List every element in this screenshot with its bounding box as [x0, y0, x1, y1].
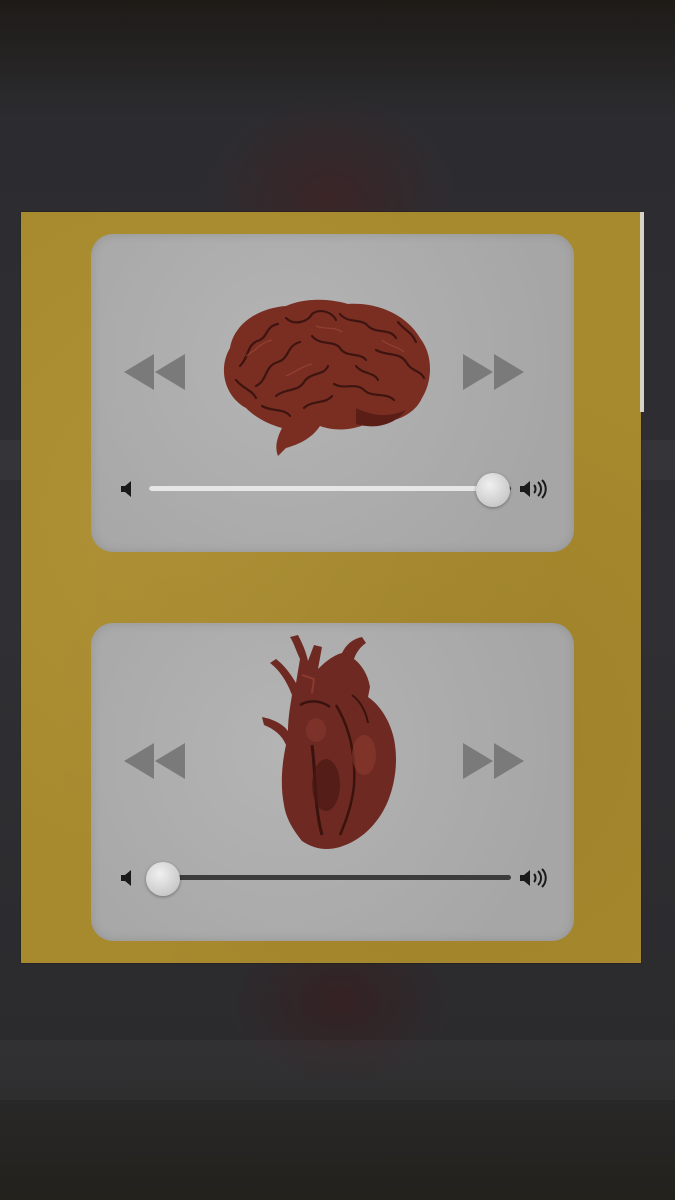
fast-forward-button[interactable]	[461, 352, 527, 392]
rewind-icon	[124, 354, 185, 390]
poster-edge	[640, 212, 644, 412]
volume-slider[interactable]	[146, 862, 511, 896]
volume-slider[interactable]	[149, 473, 511, 507]
volume-control	[119, 861, 554, 896]
heart-icon	[262, 635, 396, 849]
speaker-high-icon	[520, 479, 547, 499]
speaker-high-icon	[520, 868, 547, 888]
poster	[21, 212, 644, 963]
rewind-icon	[124, 743, 185, 779]
brain-player	[91, 234, 574, 552]
fast-forward-icon	[463, 743, 524, 779]
volume-slider-thumb[interactable]	[475, 473, 510, 507]
background-blur-strip	[0, 1040, 675, 1100]
fast-forward-button[interactable]	[461, 741, 527, 781]
heart-player	[91, 623, 574, 941]
volume-control	[119, 472, 554, 507]
fast-forward-icon	[463, 354, 524, 390]
brain-icon	[223, 299, 430, 456]
volume-slider-fill	[149, 486, 493, 491]
speaker-low-icon	[121, 481, 131, 497]
rewind-button[interactable]	[121, 741, 187, 781]
speaker-low-icon	[121, 870, 131, 886]
volume-slider-thumb[interactable]	[146, 862, 181, 896]
rewind-button[interactable]	[121, 352, 187, 392]
